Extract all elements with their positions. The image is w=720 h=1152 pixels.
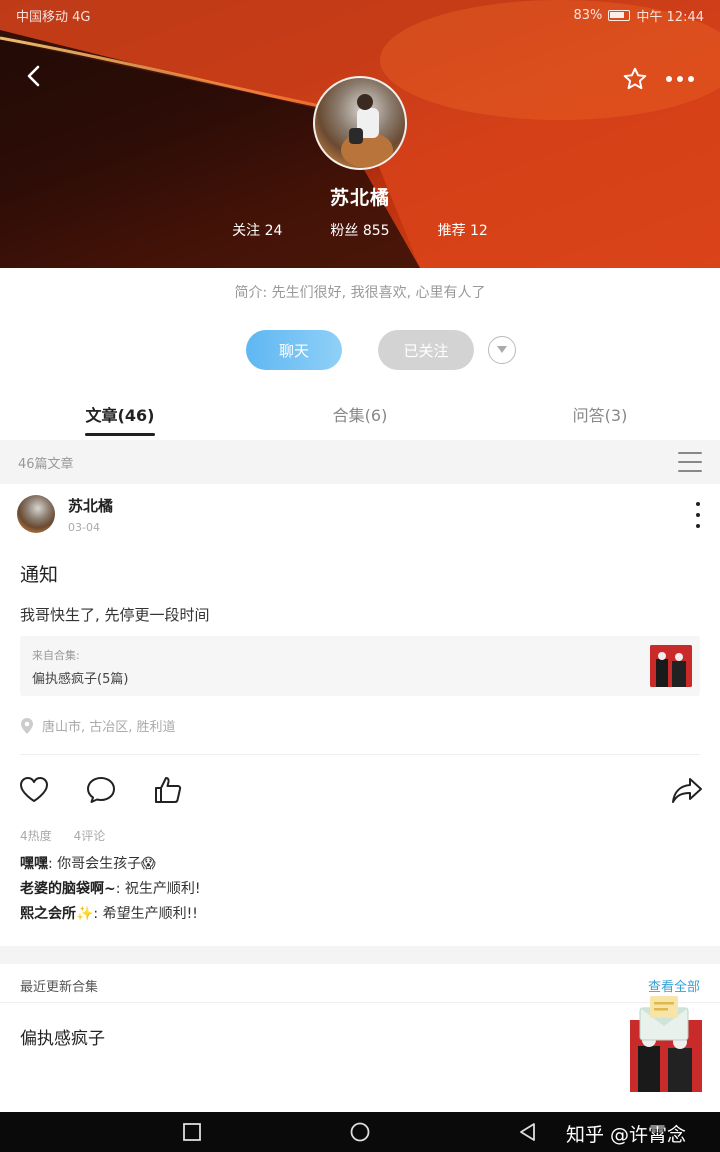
comment-text: : 你哥会生孩子😱	[48, 856, 156, 872]
profile-stats: 关注 24 粉丝 855 推荐 12	[0, 220, 720, 240]
more-options-button[interactable]	[660, 62, 700, 96]
profile-bio: 简介: 先生们很好, 我很喜欢, 心里有人了	[234, 285, 486, 301]
back-button[interactable]	[18, 60, 50, 92]
caret-down-icon	[497, 346, 507, 353]
post-stats: 4热度 4评论	[20, 827, 105, 844]
more-actions-button[interactable]	[488, 336, 516, 364]
share-arrow-icon	[672, 778, 702, 803]
collection-name: 偏执感疯子(5篇)	[32, 672, 129, 687]
comment-button[interactable]	[85, 774, 117, 806]
profile-avatar[interactable]	[313, 76, 407, 170]
list-menu-button[interactable]	[678, 452, 702, 472]
profile-tabs: 文章(46) 合集(6) 问答(3)	[0, 392, 720, 438]
profile-actions: 聊天 已关注	[0, 330, 720, 372]
more-dots-icon	[666, 76, 694, 82]
tab-articles[interactable]: 文章(46)	[0, 392, 240, 438]
post-collection-link[interactable]: 来自合集: 偏执感疯子(5篇)	[20, 636, 700, 696]
nav-back-icon[interactable]	[517, 1121, 539, 1143]
favorite-button[interactable]	[618, 62, 652, 96]
followers-count[interactable]: 粉丝 855	[330, 220, 389, 240]
chat-button[interactable]: 聊天	[246, 330, 342, 370]
recent-apps-icon[interactable]	[182, 1122, 202, 1142]
comment-bubble-icon	[87, 777, 115, 803]
thumbs-up-icon	[155, 777, 182, 803]
watermark: 知乎 @许霄念	[566, 1124, 687, 1146]
post-body[interactable]: 我哥快生了, 先停更一段时间	[20, 604, 210, 625]
recent-collection-name[interactable]: 偏执感疯子	[20, 1024, 105, 1049]
article-count-bar: 46篇文章	[0, 440, 720, 484]
profile-screen: 中国移动 4G 83% 中午 12:44 苏北橘 关注 24 粉丝 855 推荐…	[0, 0, 720, 1152]
post-author[interactable]: 苏北橘	[68, 495, 113, 516]
heart-icon	[20, 777, 48, 802]
mail-envelope-icon[interactable]	[636, 994, 692, 1042]
comment-preview[interactable]: 嘿嘿: 你哥会生孩子😱	[20, 852, 700, 877]
avatar-photo	[341, 94, 393, 168]
share-button[interactable]	[670, 774, 704, 806]
comment-user: 老婆的脑袋啊~	[20, 881, 116, 897]
divider	[20, 754, 700, 755]
collection-thumbnail	[650, 645, 692, 687]
collection-label: 来自合集:	[32, 649, 80, 662]
profile-name: 苏北橘	[329, 187, 390, 209]
location-text: 唐山市, 古冶区, 胜利道	[42, 720, 176, 735]
following-count[interactable]: 关注 24	[232, 220, 282, 240]
home-icon[interactable]	[349, 1121, 371, 1143]
post-location: 唐山市, 古冶区, 胜利道	[20, 716, 176, 735]
status-bar: 中国移动 4G 83% 中午 12:44	[0, 0, 720, 30]
post-more-button[interactable]	[684, 502, 712, 528]
post-date: 03-04	[68, 521, 100, 534]
star-outline-icon	[623, 67, 647, 90]
carrier-text: 中国移动 4G	[16, 9, 91, 25]
article-count: 46篇文章	[18, 456, 74, 472]
battery-percent: 83%	[573, 7, 603, 23]
system-nav-bar: 知乎 @许霄念	[0, 1112, 720, 1152]
battery-icon	[608, 9, 631, 21]
location-pin-icon	[21, 717, 33, 734]
post-title[interactable]: 通知	[20, 560, 58, 587]
recommend-button[interactable]	[152, 774, 184, 806]
comment-user: 嘿嘿	[20, 856, 48, 872]
comment-user: 熙之会所	[20, 906, 76, 922]
heat-count: 4热度	[20, 829, 52, 843]
hamburger-icon	[678, 452, 702, 454]
divider	[0, 1002, 720, 1003]
profile-cover: 中国移动 4G 83% 中午 12:44 苏北橘 关注 24 粉丝 855 推荐…	[0, 0, 720, 268]
vertical-dots-icon	[696, 502, 700, 506]
tab-collections[interactable]: 合集(6)	[240, 392, 480, 438]
chevron-left-icon	[27, 65, 40, 87]
comment-count[interactable]: 4评论	[74, 827, 106, 844]
recommend-count[interactable]: 推荐 12	[438, 220, 488, 240]
recent-collections-heading: 最近更新合集	[20, 980, 99, 995]
collection-thumbnail-image	[650, 645, 692, 687]
tab-qa[interactable]: 问答(3)	[480, 392, 720, 438]
comment-preview[interactable]: 老婆的脑袋啊~: 祝生产顺利!	[20, 877, 700, 902]
like-button[interactable]	[18, 774, 50, 806]
comment-text: ✨: 希望生产顺利!!	[76, 906, 198, 922]
recent-collections: 最近更新合集 查看全部 偏执感疯子	[0, 964, 720, 1112]
comment-preview[interactable]: 熙之会所✨: 希望生产顺利!!	[20, 902, 700, 927]
view-all-link[interactable]: 查看全部	[648, 976, 700, 995]
clock-text: 中午 12:44	[636, 9, 704, 25]
post-author-avatar[interactable]	[17, 495, 55, 533]
follow-button[interactable]: 已关注	[378, 330, 474, 370]
section-divider	[0, 946, 720, 964]
comment-preview-list: 嘿嘿: 你哥会生孩子😱 老婆的脑袋啊~: 祝生产顺利! 熙之会所✨: 希望生产顺…	[20, 852, 700, 927]
comment-text: : 祝生产顺利!	[115, 881, 201, 897]
article-card: 苏北橘 03-04 通知 我哥快生了, 先停更一段时间 来自合集: 偏执感疯子(…	[0, 484, 720, 946]
